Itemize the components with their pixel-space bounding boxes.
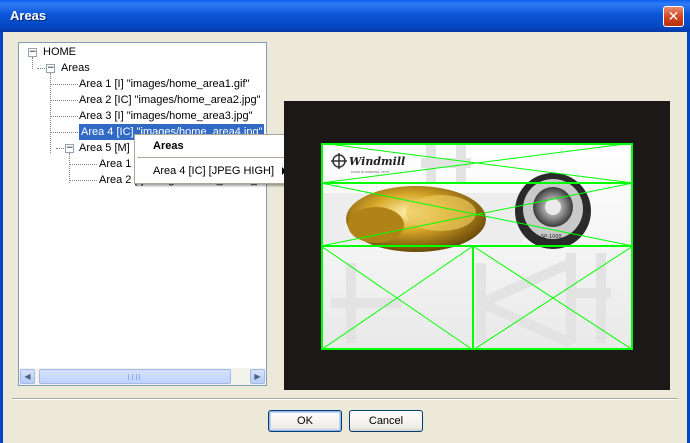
chevron-left-icon: ◀: [24, 372, 31, 381]
tree-node-areas[interactable]: Areas: [61, 60, 90, 76]
tree-node-area-1[interactable]: Area 1 [I] "images/home_area1.gif": [79, 76, 249, 92]
chevron-right-icon: ▶: [254, 372, 261, 381]
tree-connector: [69, 153, 70, 183]
tree-node-area-5-child-1[interactable]: Area 1: [99, 156, 131, 172]
scroll-left-button[interactable]: ◀: [20, 369, 35, 384]
tree-connector: [51, 100, 78, 101]
tree-node-area-3[interactable]: Area 3 [I] "images/home_area3.jpg": [79, 108, 253, 124]
tree-connector: [32, 57, 33, 69]
tree-node-area-2[interactable]: Area 2 [IC] "images/home_area2.jpg": [79, 92, 260, 108]
tree-node-area-5[interactable]: Area 5 [M]: [79, 140, 130, 156]
context-menu: Areas Area 4 [IC] [JPEG HIGH]: [134, 134, 296, 184]
expand-toggle-areas[interactable]: −: [46, 64, 55, 73]
horizontal-scrollbar[interactable]: ◀ ▶: [19, 368, 266, 385]
close-icon: ✕: [667, 9, 680, 25]
cancel-button[interactable]: Cancel: [349, 410, 423, 432]
banner-illustration: Windmill MADE IN WINDMILL TECH SP-1000: [321, 143, 633, 350]
tree-connector: [51, 132, 78, 133]
footer-divider: [12, 398, 678, 400]
tree-connector: [51, 116, 78, 117]
window-title: Areas: [10, 8, 47, 23]
title-bar: Areas ✕: [0, 0, 690, 32]
close-button[interactable]: ✕: [663, 6, 684, 27]
tree-node-home[interactable]: HOME: [43, 44, 76, 60]
dial-label: SP-1000: [541, 234, 562, 240]
menu-separator: [137, 157, 293, 158]
context-menu-item-area-4[interactable]: Area 4 [IC] [JPEG HIGH]: [153, 165, 274, 177]
tree-connector: [70, 164, 97, 165]
expand-toggle-home[interactable]: −: [28, 48, 37, 57]
logo-tagline: MADE IN WINDMILL TECH: [351, 170, 389, 174]
tree-connector: [50, 73, 51, 153]
expand-toggle-area-5[interactable]: −: [65, 144, 74, 153]
scroll-thumb[interactable]: [39, 369, 231, 384]
ok-button[interactable]: OK: [268, 410, 342, 432]
scroll-right-button[interactable]: ▶: [250, 369, 265, 384]
image-preview: Windmill MADE IN WINDMILL TECH SP-1000: [284, 101, 670, 390]
logo-text: Windmill: [349, 155, 405, 168]
banner-image: Windmill MADE IN WINDMILL TECH SP-1000: [321, 143, 633, 350]
tree-connector: [70, 180, 97, 181]
grip-icon: [128, 374, 140, 380]
context-menu-header[interactable]: Areas: [153, 140, 184, 152]
tree-connector: [51, 84, 78, 85]
area-tree[interactable]: − HOME − Areas Area 1 [I] "images/home_a…: [18, 42, 267, 386]
